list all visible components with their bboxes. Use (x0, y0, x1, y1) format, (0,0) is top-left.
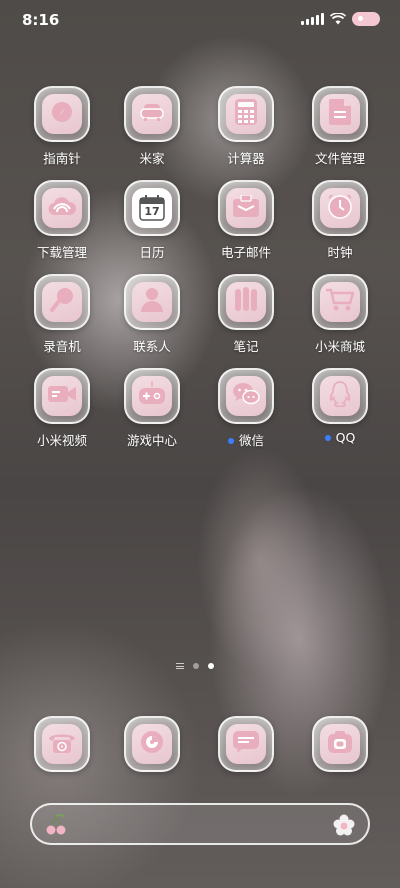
dock-phone[interactable] (22, 716, 102, 812)
app-email[interactable]: 电子邮件 (206, 180, 286, 276)
battery-icon (352, 12, 380, 26)
contact-person-icon (141, 287, 163, 317)
app-tile (124, 368, 180, 424)
calendar-icon: 17 (139, 195, 165, 221)
app-tile (218, 180, 274, 236)
cherry-icon (44, 813, 68, 840)
dock-browser[interactable] (112, 716, 192, 812)
video-camera-icon (48, 383, 76, 409)
app-label: 小米视频 (36, 433, 87, 448)
status-bar: 8:16 (0, 0, 400, 40)
microphone-icon (49, 287, 75, 317)
app-game-center[interactable]: 游戏中心 (112, 368, 192, 464)
app-compass[interactable]: 指南针 (22, 86, 102, 182)
app-label: 下载管理 (36, 245, 87, 260)
app-label: 日历 (139, 245, 165, 260)
app-tile (312, 368, 368, 424)
app-label: 小米商城 (314, 339, 365, 354)
shopping-cart-icon (326, 288, 355, 316)
search-bar[interactable] (30, 803, 370, 845)
app-voice-recorder[interactable]: 录音机 (22, 274, 102, 370)
flower-icon[interactable] (332, 813, 356, 841)
app-tile (218, 368, 274, 424)
app-tile (34, 86, 90, 142)
notification-dot (324, 434, 331, 441)
compass-icon (50, 100, 74, 128)
app-mi-store[interactable]: 小米商城 (300, 274, 380, 370)
app-calendar[interactable]: 17 日历 (112, 180, 192, 276)
app-mijia[interactable]: 米家 (112, 86, 192, 182)
app-tile (34, 274, 90, 330)
minus-one-screen-icon[interactable] (176, 663, 184, 669)
dock-camera[interactable] (300, 716, 380, 812)
page-dot-1[interactable] (193, 663, 199, 669)
app-download-manager[interactable]: 下载管理 (22, 180, 102, 276)
app-label: 指南针 (43, 151, 81, 166)
app-tile (34, 716, 90, 772)
app-notes[interactable]: 笔记 (206, 274, 286, 370)
app-tile (312, 86, 368, 142)
app-tile (218, 274, 274, 330)
page-indicator[interactable] (176, 663, 214, 669)
app-wechat[interactable]: 微信 (206, 368, 286, 464)
page-dot-2-active[interactable] (208, 663, 214, 669)
app-qq[interactable]: QQ (300, 368, 380, 464)
status-icons (301, 12, 380, 26)
app-label: 联系人 (133, 339, 171, 354)
app-label: 时钟 (327, 245, 353, 260)
notes-bars-icon (234, 287, 258, 317)
clock-icon (327, 193, 353, 223)
gamepad-icon (138, 381, 166, 411)
app-label-text: QQ (335, 430, 356, 445)
wechat-bubbles-icon (232, 382, 260, 410)
message-icon (233, 730, 259, 758)
app-tile (218, 86, 274, 142)
sofa-icon (139, 101, 165, 127)
notification-dot (227, 437, 234, 444)
app-file-manager[interactable]: 文件管理 (300, 86, 380, 182)
app-tile (312, 716, 368, 772)
app-tile (124, 274, 180, 330)
app-tile (312, 274, 368, 330)
app-tile (312, 180, 368, 236)
app-label: 微信 (196, 430, 296, 449)
signal-icon (301, 13, 324, 25)
app-calculator[interactable]: 计算器 (206, 86, 286, 182)
app-clock[interactable]: 时钟 (300, 180, 380, 276)
browser-icon (139, 729, 165, 759)
cloud-download-icon (48, 195, 77, 221)
calculator-icon (235, 99, 257, 129)
app-label-text: 微信 (238, 433, 264, 448)
mail-icon (233, 194, 259, 221)
app-mi-video[interactable]: 小米视频 (22, 368, 102, 464)
app-label: 文件管理 (314, 151, 365, 166)
app-tile (34, 368, 90, 424)
wifi-icon (330, 13, 346, 25)
app-label: 录音机 (43, 339, 81, 354)
app-label: QQ (290, 430, 390, 445)
qq-penguin-icon (329, 381, 351, 411)
app-tile: 17 (124, 180, 180, 236)
status-time: 8:16 (22, 11, 60, 29)
camera-icon (327, 730, 353, 758)
phone-icon (48, 730, 76, 758)
app-tile (124, 86, 180, 142)
app-tile (218, 716, 274, 772)
calendar-day: 17 (144, 205, 160, 218)
app-contacts[interactable]: 联系人 (112, 274, 192, 370)
app-label: 笔记 (233, 339, 259, 354)
app-tile (34, 180, 90, 236)
app-label: 电子邮件 (220, 245, 271, 260)
app-label: 计算器 (227, 151, 265, 166)
app-label: 米家 (139, 151, 165, 166)
app-tile (124, 716, 180, 772)
dock-messages[interactable] (206, 716, 286, 812)
file-icon (329, 99, 351, 129)
app-label: 游戏中心 (126, 433, 177, 448)
